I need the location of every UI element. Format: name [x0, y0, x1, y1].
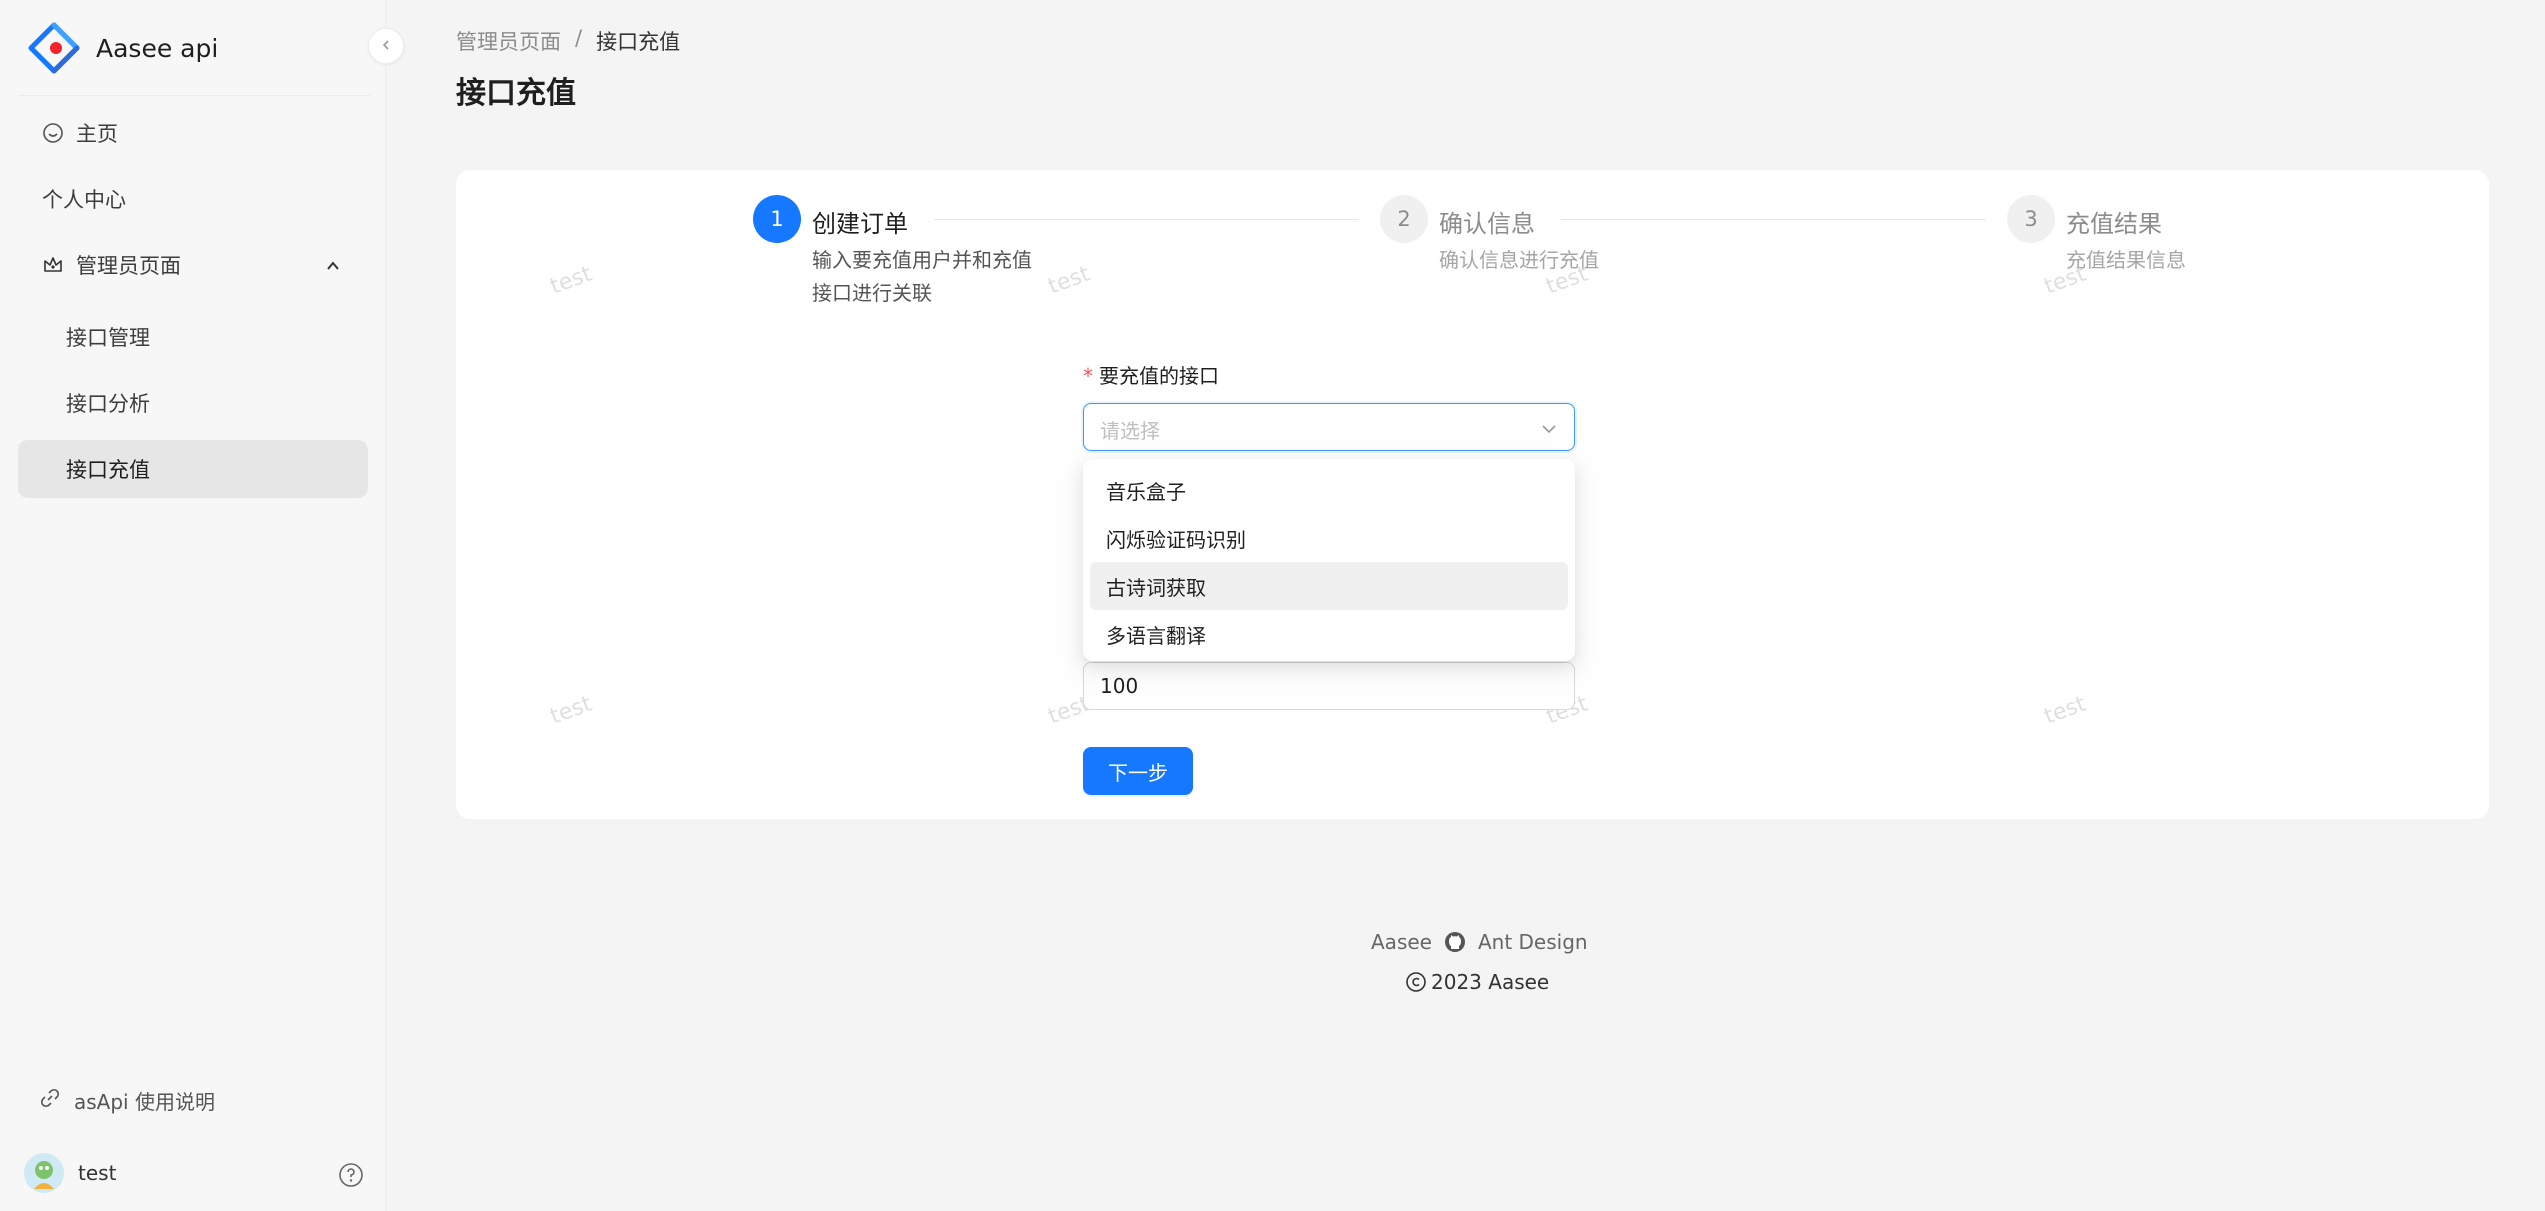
dropdown-option[interactable]: 古诗词获取 — [1090, 562, 1568, 610]
breadcrumb-parent[interactable]: 管理员页面 — [456, 26, 561, 56]
watermark: test — [546, 691, 596, 730]
interface-select[interactable]: 请选择 — [1083, 403, 1575, 451]
ant-design-logo-icon — [28, 22, 80, 74]
docs-link-label: asApi 使用说明 — [74, 1090, 215, 1114]
interface-dropdown: 音乐盒子 闪烁验证码识别 古诗词获取 多语言翻译 — [1083, 459, 1575, 661]
sidebar-item-admin[interactable]: 管理员页面 — [18, 236, 368, 294]
step-3-description: 充值结果信息 — [2066, 248, 2186, 272]
step-2-description: 确认信息进行充值 — [1439, 248, 1599, 272]
sidebar-item-label: 个人中心 — [42, 188, 126, 212]
watermark: test — [1044, 261, 1094, 300]
sidebar-item-profile[interactable]: 个人中心 — [18, 170, 368, 228]
smile-icon — [42, 122, 64, 144]
user-profile[interactable]: test — [24, 1153, 116, 1193]
footer-link-aasee[interactable]: Aasee — [1371, 930, 1432, 954]
docs-link[interactable]: asApi 使用说明 — [40, 1086, 215, 1115]
breadcrumb-separator: / — [575, 26, 583, 50]
required-mark: * — [1083, 364, 1093, 388]
dropdown-option[interactable]: 闪烁验证码识别 — [1090, 514, 1568, 562]
step-2-indicator: 2 — [1380, 195, 1428, 243]
chevron-left-icon — [379, 37, 393, 56]
avatar — [24, 1153, 64, 1193]
sidebar-item-label: 接口充值 — [66, 458, 150, 482]
copyright-text: 2023 Aasee — [1431, 970, 1550, 994]
step-1-indicator: 1 — [753, 195, 801, 243]
step-1-title: 创建订单 — [812, 210, 908, 238]
select-placeholder: 请选择 — [1100, 419, 1160, 443]
step-connector — [934, 219, 1358, 220]
collapse-sidebar-button[interactable] — [368, 28, 404, 64]
sidebar: Aasee api 主页 个人中心 管理员页面 接口管理 接口分析 接口充值 a… — [0, 0, 386, 1211]
sidebar-item-interface-manage[interactable]: 接口管理 — [18, 308, 368, 366]
page-title: 接口充值 — [456, 76, 576, 111]
amount-input[interactable]: 100 — [1083, 662, 1575, 710]
footer-link-ant-design[interactable]: Ant Design — [1478, 930, 1588, 954]
dropdown-option[interactable]: 音乐盒子 — [1090, 466, 1568, 514]
interface-label-text: 要充值的接口 — [1099, 364, 1219, 388]
help-icon[interactable] — [338, 1162, 364, 1192]
user-name: test — [78, 1161, 117, 1185]
step-3-title: 充值结果 — [2066, 210, 2162, 238]
step-2-title: 确认信息 — [1439, 210, 1535, 238]
breadcrumb-current: 接口充值 — [596, 30, 681, 54]
sidebar-item-label: 接口管理 — [66, 326, 150, 350]
github-icon[interactable] — [1444, 931, 1466, 953]
footer-links: Aasee Ant Design — [1371, 930, 1588, 954]
watermark: test — [546, 261, 596, 300]
link-icon — [40, 1088, 60, 1113]
copyright: 2023 Aasee — [1405, 970, 1549, 994]
divider — [18, 95, 370, 96]
crown-icon — [42, 254, 64, 276]
app-title: Aasee api — [96, 33, 219, 63]
app-logo[interactable]: Aasee api — [28, 22, 218, 74]
sidebar-item-interface-recharge[interactable]: 接口充值 — [18, 440, 368, 498]
amount-value: 100 — [1100, 674, 1139, 698]
sidebar-item-label: 主页 — [76, 122, 118, 146]
next-step-button[interactable]: 下一步 — [1083, 747, 1193, 795]
interface-field-label: * 要充值的接口 — [1083, 360, 1219, 389]
copyright-icon — [1405, 971, 1427, 993]
watermark: test — [2040, 691, 2090, 730]
step-connector — [1561, 219, 1985, 220]
breadcrumb: 管理员页面 / 接口充值 — [456, 26, 680, 56]
sidebar-item-label: 接口分析 — [66, 392, 150, 416]
sidebar-item-label: 管理员页面 — [76, 254, 181, 278]
chevron-up-icon — [324, 256, 342, 280]
sidebar-item-interface-analysis[interactable]: 接口分析 — [18, 374, 368, 432]
step-1-description: 输入要充值用户并和充值接口进行关联 — [812, 248, 1032, 305]
step-3-indicator: 3 — [2007, 195, 2055, 243]
chevron-down-icon — [1540, 420, 1558, 442]
dropdown-option[interactable]: 多语言翻译 — [1090, 610, 1568, 658]
sidebar-item-home[interactable]: 主页 — [18, 104, 368, 162]
